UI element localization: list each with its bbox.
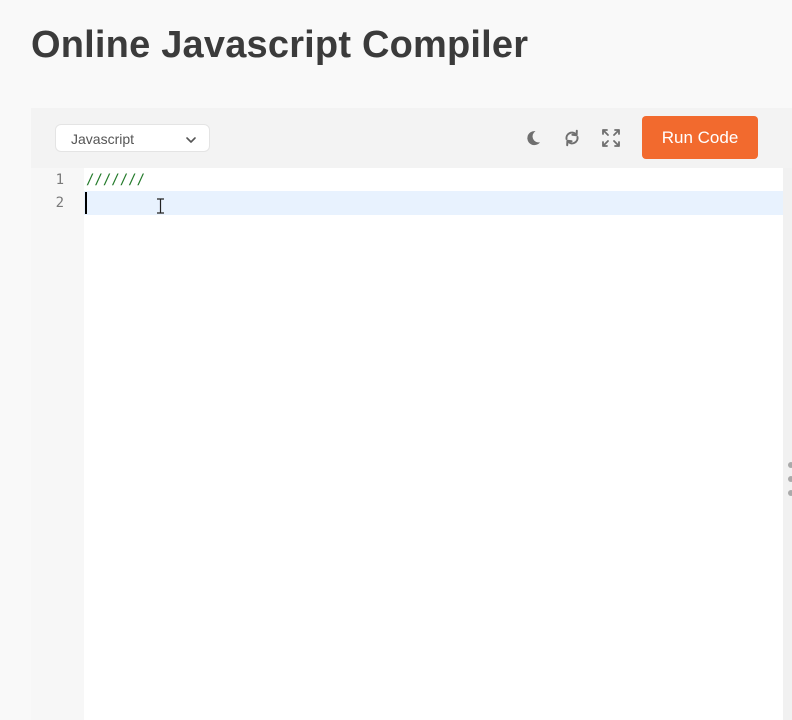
run-code-button[interactable]: Run Code	[642, 116, 758, 159]
text-cursor	[85, 192, 87, 214]
ibeam-cursor-icon	[156, 198, 165, 214]
page-title: Online Javascript Compiler	[31, 24, 529, 66]
chevron-down-icon	[185, 133, 197, 145]
language-select-value: Javascript	[71, 131, 135, 147]
active-line-highlight	[84, 191, 783, 215]
compiler-panel: Javascript Run Code 1 2 ///////	[31, 108, 792, 720]
moon-icon[interactable]	[522, 127, 544, 149]
line-number-gutter: 1 2	[31, 168, 84, 720]
language-select[interactable]: Javascript	[55, 124, 210, 152]
fullscreen-icon[interactable]	[600, 127, 622, 149]
toolbar: Javascript Run Code	[31, 108, 792, 168]
refresh-icon[interactable]	[561, 127, 583, 149]
code-editor[interactable]: 1 2 ///////	[31, 168, 783, 720]
line-number: 2	[55, 195, 64, 211]
code-line[interactable]: ///////	[86, 168, 145, 192]
panel-resize-handle[interactable]	[787, 462, 792, 502]
line-number: 1	[55, 172, 64, 188]
